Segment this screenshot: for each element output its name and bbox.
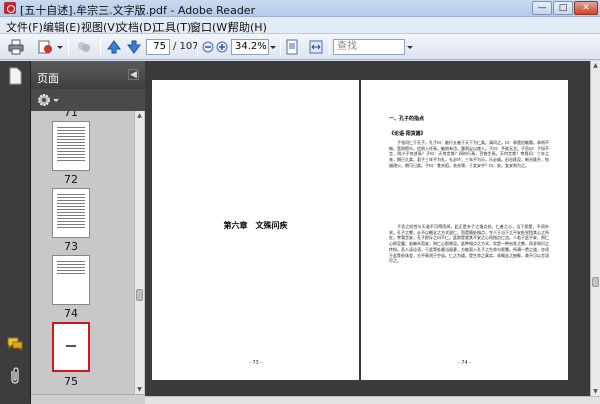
adobe-reader-icon bbox=[4, 2, 16, 14]
search-input[interactable]: 查找 bbox=[333, 39, 405, 55]
scroll-down-arrow-icon[interactable]: ▼ bbox=[591, 387, 600, 396]
title-bar: [五十自述].牟宗三.文字版.pdf - Adobe Reader — □ ✕ bbox=[0, 0, 600, 17]
thumbnail-label: 71 bbox=[64, 111, 78, 119]
menu-tools[interactable]: 工具(T) bbox=[154, 19, 191, 35]
page-thumbnail[interactable] bbox=[52, 255, 90, 305]
zoom-dropdown-arrow-icon[interactable] bbox=[270, 46, 276, 49]
toolbar-separator bbox=[329, 38, 330, 56]
menu-window[interactable]: 窗口(W) bbox=[190, 19, 231, 35]
document-view[interactable]: 第六章 文殊问疾 - 73 - 一、孔子的指点 《论语·阳货篇》 子张问仁于孔子… bbox=[145, 61, 590, 396]
menu-document[interactable]: 文档(D) bbox=[117, 19, 156, 35]
menu-edit[interactable]: 编辑(E) bbox=[43, 19, 81, 35]
window-title: [五十自述].牟宗三.文字版.pdf - Adobe Reader bbox=[20, 4, 256, 17]
collapse-panel-icon[interactable]: ◀ bbox=[128, 69, 139, 80]
page-thumbnail[interactable] bbox=[52, 121, 90, 171]
document-scroll-thumb[interactable] bbox=[592, 277, 599, 287]
navigation-rail bbox=[0, 61, 31, 404]
toolbar: 75 / 107 34.2% 查找 bbox=[0, 34, 600, 60]
page-thumbnail[interactable] bbox=[52, 188, 90, 238]
thumbnail-text-lines bbox=[57, 194, 85, 229]
fit-width-icon[interactable] bbox=[308, 39, 324, 55]
body-paragraph: 子贡之叹性与天道不可得而闻，此正是夫子之指点处。仁者之心，当下即是，不须外求。孔… bbox=[389, 224, 549, 264]
pages-panel: 页面 ◀ 71 72 73 74 75 ▲ ▼ bbox=[31, 61, 145, 394]
printer-icon[interactable] bbox=[8, 39, 24, 55]
document-page-left: 第六章 文殊问疾 - 73 - bbox=[152, 80, 359, 380]
page-footer-number: - 73 - bbox=[248, 360, 263, 366]
toolbar-separator bbox=[68, 38, 69, 56]
scroll-up-arrow-icon[interactable]: ▲ bbox=[591, 61, 600, 70]
attachments-paperclip-icon[interactable] bbox=[8, 367, 22, 385]
document-horizontal-scrollbar[interactable] bbox=[145, 396, 600, 404]
document-vertical-scrollbar[interactable]: ▲ ▼ bbox=[590, 61, 600, 396]
page-number-input[interactable]: 75 bbox=[146, 39, 170, 55]
thumbnails-scrollbar[interactable]: ▲ ▼ bbox=[134, 111, 144, 394]
minimize-button[interactable]: — bbox=[532, 1, 552, 15]
thumbnail-label: 74 bbox=[64, 307, 78, 320]
section-subheading: 《论语·阳货篇》 bbox=[389, 131, 426, 137]
section-heading: 一、孔子的指点 bbox=[389, 116, 425, 122]
thumbnail-text-lines bbox=[57, 127, 85, 162]
maximize-button[interactable]: □ bbox=[553, 1, 573, 15]
page-thumbnail-selected[interactable] bbox=[52, 322, 90, 372]
options-gear-icon[interactable] bbox=[37, 93, 51, 107]
previous-page-icon[interactable] bbox=[106, 39, 122, 55]
options-dropdown-arrow-icon[interactable] bbox=[53, 99, 59, 102]
thumbnail-label: 72 bbox=[64, 173, 78, 186]
thumbnail-label: 73 bbox=[64, 240, 78, 253]
page-footer-number: - 74 - bbox=[457, 360, 472, 366]
document-page-right: 一、孔子的指点 《论语·阳货篇》 子张问仁于孔子。孔子曰：能行五者于天下为仁矣。… bbox=[361, 80, 568, 380]
scroll-up-arrow-icon[interactable]: ▲ bbox=[135, 111, 144, 120]
menu-help[interactable]: 帮助(H) bbox=[228, 19, 267, 35]
comments-icon[interactable] bbox=[7, 337, 23, 351]
toolbar-separator bbox=[280, 38, 281, 56]
search-dropdown-arrow-icon[interactable] bbox=[407, 46, 413, 49]
email-icon[interactable] bbox=[37, 39, 53, 55]
zoom-level-field[interactable]: 34.2% bbox=[231, 39, 269, 55]
body-paragraph: 子张问仁于孔子。孔子曰：能行五者于天下为仁矣。请问之。曰：恭宽信敏惠。恭则不侮，… bbox=[389, 140, 549, 168]
toolbar-separator bbox=[197, 38, 198, 56]
thumbnail-chapter-mark bbox=[66, 345, 76, 347]
pages-panel-header: 页面 ◀ bbox=[31, 61, 145, 89]
pages-panel-icon[interactable] bbox=[8, 67, 22, 85]
zoom-in-icon[interactable] bbox=[216, 41, 228, 53]
thumbnail-label: 75 bbox=[64, 375, 78, 388]
fit-page-icon[interactable] bbox=[284, 39, 300, 55]
toolbar-separator bbox=[100, 38, 101, 56]
menu-bar: 文件(F) 编辑(E) 视图(V) 文档(D) 工具(T) 窗口(W) 帮助(H… bbox=[0, 17, 600, 34]
page-thumbnails: 71 72 73 74 75 ▲ ▼ bbox=[31, 111, 145, 394]
zoom-out-icon[interactable] bbox=[202, 41, 214, 53]
menu-file[interactable]: 文件(F) bbox=[6, 19, 43, 35]
thumbnails-scroll-thumb[interactable] bbox=[136, 289, 143, 301]
page-total-label: / 107 bbox=[173, 41, 199, 52]
menu-view[interactable]: 视图(V) bbox=[81, 19, 119, 35]
next-page-icon[interactable] bbox=[126, 39, 142, 55]
thumbnail-text-lines bbox=[57, 261, 85, 274]
chapter-title: 第六章 文殊问疾 bbox=[223, 220, 288, 230]
scroll-down-arrow-icon[interactable]: ▼ bbox=[135, 385, 144, 394]
pages-panel-title: 页面 bbox=[37, 72, 59, 85]
collaborate-icon[interactable] bbox=[76, 39, 92, 55]
email-dropdown-arrow-icon[interactable] bbox=[57, 46, 63, 49]
pages-panel-footer bbox=[31, 394, 145, 404]
pages-panel-options-bar bbox=[31, 89, 145, 111]
close-button[interactable]: ✕ bbox=[574, 1, 598, 15]
